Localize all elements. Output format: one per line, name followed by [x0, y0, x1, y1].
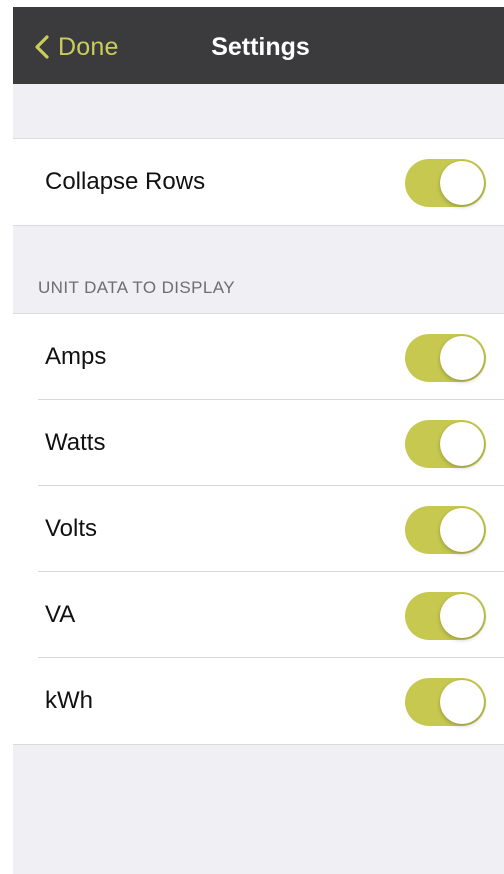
volts-toggle[interactable] — [405, 506, 486, 554]
kwh-row: kWh — [13, 658, 504, 744]
toggle-knob — [440, 508, 484, 552]
toggle-knob — [440, 422, 484, 466]
general-section: Collapse Rows — [13, 138, 504, 226]
toggle-knob — [440, 161, 484, 205]
amps-toggle[interactable] — [405, 334, 486, 382]
toggle-knob — [440, 594, 484, 638]
collapse-rows-toggle[interactable] — [405, 159, 486, 207]
unit-data-section-header: UNIT DATA TO DISPLAY — [38, 278, 235, 297]
va-row: VA — [13, 572, 504, 658]
volts-row: Volts — [13, 486, 504, 572]
watts-label: Watts — [45, 429, 106, 456]
watts-toggle[interactable] — [405, 420, 486, 468]
amps-label: Amps — [45, 343, 107, 370]
navigation-bar: Done Settings — [13, 7, 504, 84]
collapse-rows-label: Collapse Rows — [45, 168, 206, 195]
page-title: Settings — [211, 33, 310, 61]
kwh-toggle[interactable] — [405, 678, 486, 726]
settings-screen: Done Settings Collapse Rows UNIT DATA TO… — [13, 7, 504, 874]
unit-data-section: Amps Watts Volts VA kWh — [13, 313, 504, 745]
kwh-label: kWh — [45, 687, 93, 714]
toggle-knob — [440, 336, 484, 380]
watts-row: Watts — [13, 400, 504, 486]
va-toggle[interactable] — [405, 592, 486, 640]
collapse-rows-row: Collapse Rows — [13, 139, 504, 225]
toggle-knob — [440, 680, 484, 724]
amps-row: Amps — [13, 314, 504, 400]
va-label: VA — [45, 601, 76, 628]
volts-label: Volts — [45, 515, 98, 542]
